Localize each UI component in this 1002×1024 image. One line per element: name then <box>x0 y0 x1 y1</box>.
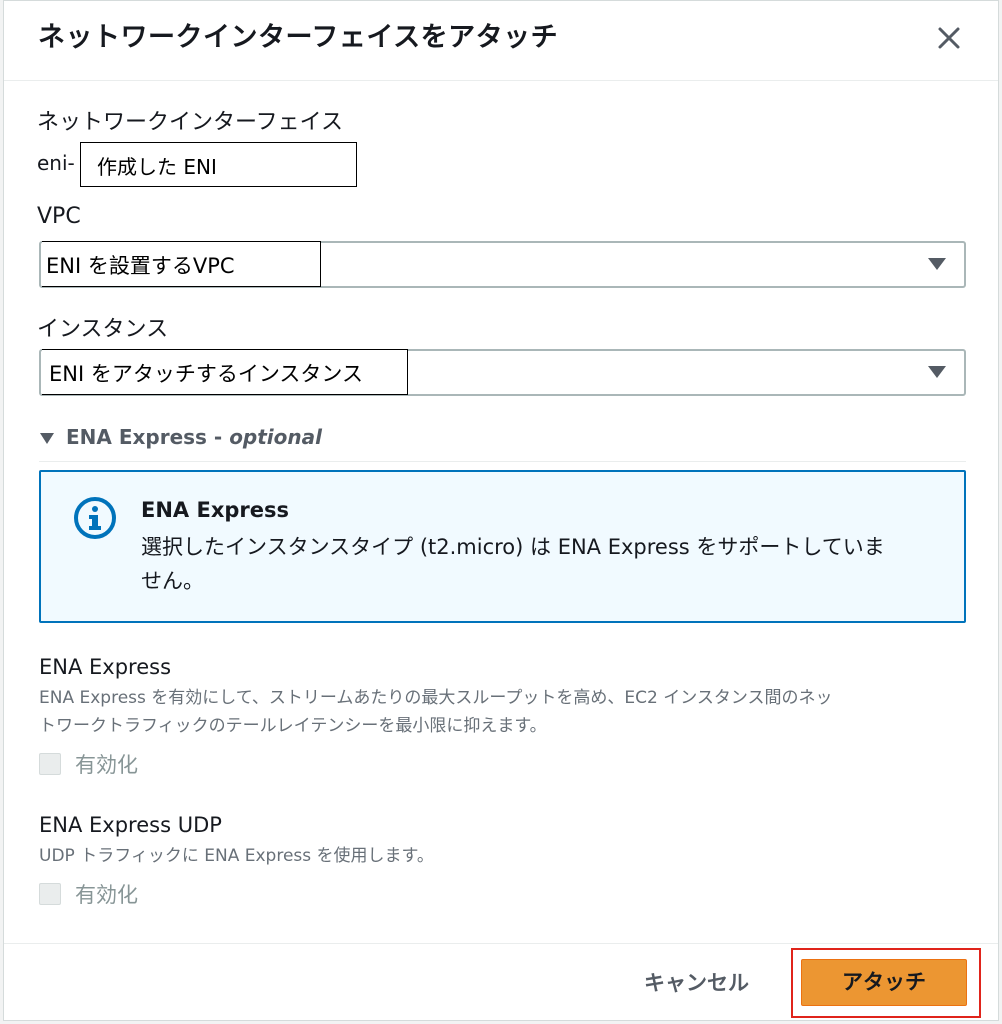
expander-optional-label: optional <box>229 425 322 449</box>
description-line: ENA Express を有効にして、ストリームあたりの最大スループットを高め、… <box>39 688 833 708</box>
instance-select[interactable]: ENI をアタッチするインスタンス <box>39 349 966 396</box>
footer-divider <box>4 943 998 944</box>
ena-express-expander[interactable]: ENA Express - optional <box>40 425 322 455</box>
ena-express-udp-enable-checkbox[interactable] <box>39 883 61 905</box>
expander-label: ENA Express - <box>66 425 230 449</box>
divider <box>39 461 966 462</box>
alert-body: 選択したインスタンスタイプ (t2.micro) は ENA Express を… <box>141 530 941 598</box>
alert-line: せん。 <box>141 569 204 593</box>
ena-express-description: ENA Express を有効にして、ストリームあたりの最大スループットを高め、… <box>39 684 959 740</box>
ena-express-udp-enable-label: 有効化 <box>75 883 138 907</box>
close-button[interactable] <box>932 21 966 55</box>
alert-title: ENA Express <box>141 498 290 522</box>
ena-express-title: ENA Express <box>39 655 172 679</box>
caret-down-icon <box>928 366 946 378</box>
vpc-select[interactable]: ENI を設置するVPC <box>39 241 966 288</box>
cancel-button[interactable]: キャンセル <box>644 967 749 997</box>
modal-title: ネットワークインターフェイスをアタッチ <box>38 22 559 53</box>
vpc-select-value: ENI を設置するVPC <box>42 241 321 287</box>
attach-network-interface-modal: ネットワークインターフェイスをアタッチ ネットワークインターフェイス eni- … <box>3 0 999 1021</box>
network-interface-value: 作成した ENI <box>80 142 357 187</box>
instance-select-value: ENI をアタッチするインスタンス <box>42 349 408 395</box>
vpc-label: VPC <box>37 204 81 229</box>
caret-down-icon <box>928 258 946 270</box>
description-line: トワークトラフィックのテールレイテンシーを最小限に抑えます。 <box>39 716 547 736</box>
eni-prefix: eni- <box>37 151 75 175</box>
info-icon <box>74 497 116 539</box>
alert-line: 選択したインスタンスタイプ (t2.micro) は ENA Express を… <box>141 535 885 559</box>
ena-express-enable-label: 有効化 <box>75 753 138 777</box>
close-icon <box>938 27 960 49</box>
ena-express-udp-description: UDP トラフィックに ENA Express を使用します。 <box>39 846 434 866</box>
network-interface-label: ネットワークインターフェイス <box>37 110 344 135</box>
instance-label: インスタンス <box>37 317 169 342</box>
caret-down-icon <box>40 433 54 444</box>
ena-express-udp-title: ENA Express UDP <box>39 813 222 837</box>
info-alert: ENA Express 選択したインスタンスタイプ (t2.micro) は E… <box>39 470 966 623</box>
modal-header: ネットワークインターフェイスをアタッチ <box>4 1 998 81</box>
attach-button[interactable]: アタッチ <box>801 959 967 1006</box>
ena-express-enable-checkbox[interactable] <box>39 753 61 775</box>
